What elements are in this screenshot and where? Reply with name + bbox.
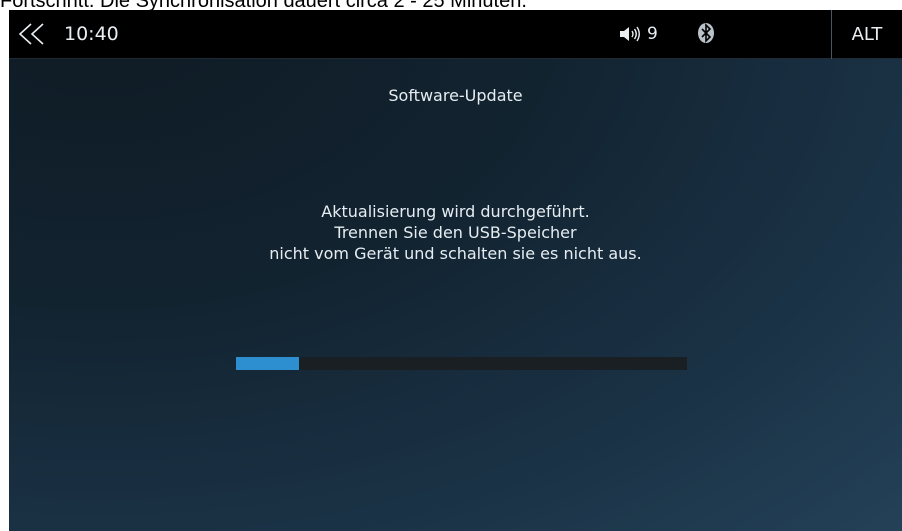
- status-bar: 10:40 9 ALT: [9, 10, 902, 59]
- page: Fortschritt. Die Synchronisation dauert …: [0, 0, 902, 531]
- alt-button[interactable]: ALT: [831, 10, 902, 59]
- double-chevron-left-icon[interactable]: [17, 22, 49, 46]
- update-message: Aktualisierung wird durchgeführt. Trenne…: [9, 201, 902, 264]
- bluetooth-icon: [698, 23, 714, 43]
- progress-bar: [236, 357, 687, 370]
- infotainment-screen: 10:40 9 ALT Software-Update Aktualisieru…: [9, 10, 902, 531]
- screen-title: Software-Update: [388, 86, 523, 105]
- speaker-icon: [620, 26, 640, 42]
- volume-level: 9: [647, 24, 658, 44]
- volume-indicator: 9: [619, 22, 658, 46]
- progress-fill: [236, 357, 300, 370]
- message-line: nicht vom Gerät und schalten sie es nich…: [269, 244, 642, 263]
- message-line: Trennen Sie den USB-Speicher: [334, 223, 577, 242]
- clock: 10:40: [64, 23, 119, 45]
- message-line: Aktualisierung wird durchgeführt.: [321, 202, 590, 221]
